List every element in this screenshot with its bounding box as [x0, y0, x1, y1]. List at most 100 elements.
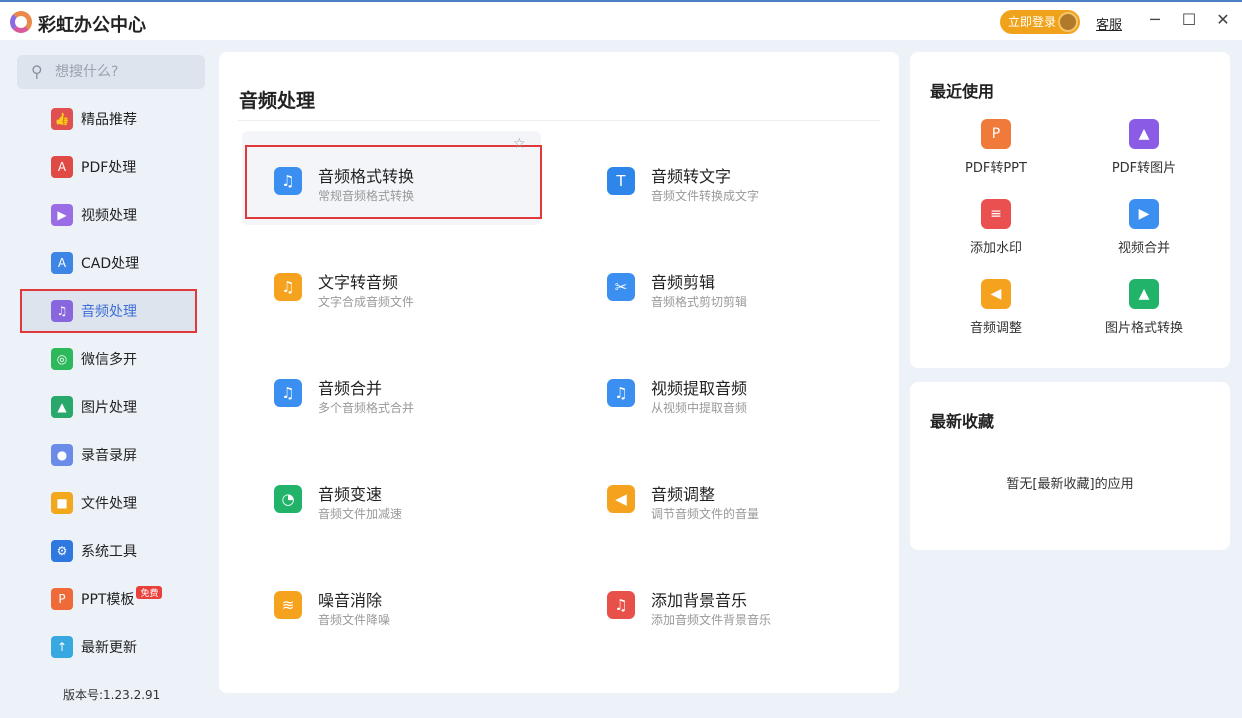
recent-item[interactable]: ≡ 添加水印	[936, 199, 1056, 256]
tool-desc: 音频文件转换成文字	[651, 189, 760, 203]
main-panel: 音频处理 ☆ ♫ 音频格式转换 常规音频格式转换 T 音频转文字 音频文件转换成文字 ♫ 文字…	[219, 52, 899, 693]
tool-desc: 文字合成音频文件	[318, 295, 415, 309]
divider	[238, 120, 880, 121]
sidebar-item[interactable]: ◎ 微信多开	[20, 337, 197, 381]
extract-audio-icon: ♫	[607, 379, 635, 407]
folder-icon: ■	[51, 492, 73, 514]
tool-desc: 调节音频文件的音量	[651, 507, 760, 521]
volume-icon: ◀	[981, 279, 1011, 309]
cad-icon: A	[51, 252, 73, 274]
tool-item[interactable]: ◀ 音频调整调节音频文件的音量	[607, 477, 907, 537]
tool-name: 音频合并	[318, 379, 383, 398]
favorites-title: 最新收藏	[930, 412, 995, 431]
recent-panel: 最近使用 P PDF转PPT ▲ PDF转图片 ≡ 添加水印 ▶ 视频合并 ◀ 音频调整 ▲ 图片格式…	[910, 52, 1230, 368]
sidebar-item-label: 文件处理	[81, 496, 137, 512]
search-input[interactable]: ⚲ 想搜什么?	[17, 55, 205, 89]
app-logo	[10, 11, 32, 33]
sidebar-item[interactable]: 👍 精品推荐	[20, 97, 197, 141]
tool-desc: 音频文件加减速	[318, 507, 403, 521]
version-label: 版本号:1.23.2.91	[63, 688, 161, 702]
microphone-icon: ●	[51, 444, 73, 466]
sidebar-item-label: PDF处理	[81, 160, 137, 176]
tool-name: 文字转音频	[318, 273, 399, 292]
video-icon: ▶	[51, 204, 73, 226]
audio-convert-icon: ♫	[274, 167, 302, 195]
gear-icon: ⚙	[51, 540, 73, 562]
tool-desc: 音频格式剪切剪辑	[651, 295, 748, 309]
sidebar-item-label: 录音录屏	[81, 448, 137, 464]
favorite-star-icon[interactable]: ☆	[513, 136, 526, 152]
tool-item[interactable]: ♫ 文字转音频文字合成音频文件	[274, 265, 574, 325]
video-merge-icon: ▶	[1129, 199, 1159, 229]
close-button[interactable]: ✕	[1213, 10, 1233, 29]
recent-item[interactable]: ▶ 视频合并	[1084, 199, 1204, 256]
tool-item[interactable]: ✂ 音频剪辑音频格式剪切剪辑	[607, 265, 907, 325]
maximize-button[interactable]: ☐	[1179, 10, 1199, 29]
sidebar-item-label: 微信多开	[81, 352, 137, 368]
tool-name: 音频调整	[651, 485, 716, 504]
sidebar-item[interactable]: A PDF处理	[20, 145, 197, 189]
recent-item[interactable]: P PDF转PPT	[936, 119, 1056, 176]
sidebar-item[interactable]: ▲ 图片处理	[20, 385, 197, 429]
thumbs-up-icon: 👍	[51, 108, 73, 130]
tool-name: 音频剪辑	[651, 273, 716, 292]
favorites-panel: 最新收藏 暂无[最新收藏]的应用	[910, 382, 1230, 550]
bg-music-icon: ♫	[607, 591, 635, 619]
text-to-audio-icon: ♫	[274, 273, 302, 301]
audio-cut-icon: ✂	[607, 273, 635, 301]
watermark-icon: ≡	[981, 199, 1011, 229]
audio-to-text-icon: T	[607, 167, 635, 195]
sidebar-item[interactable]: P PPT模板 免费	[20, 577, 197, 621]
tool-item[interactable]: ♫ 视频提取音频 从视频中提取音频	[607, 371, 907, 431]
recent-item-label: PDF转PPT	[965, 161, 1027, 176]
tool-desc: 多个音频格式合并	[318, 401, 415, 415]
minimize-button[interactable]: ─	[1145, 10, 1165, 29]
tool-item[interactable]: ♫ 添加背景音乐 添加音频文件背景音乐	[607, 583, 907, 643]
tool-name: 音频转文字	[651, 167, 732, 186]
login-button[interactable]: 立即登录	[1000, 10, 1080, 34]
noise-reduce-icon: ≋	[274, 591, 302, 619]
pdf-to-image-icon: ▲	[1129, 119, 1159, 149]
title-bar: 彩虹办公中心 立即登录 客服 ─ ☐ ✕	[0, 0, 1242, 40]
pdf-icon: A	[51, 156, 73, 178]
recent-item[interactable]: ◀ 音频调整	[936, 279, 1056, 336]
tool-item[interactable]: ♫ 音频格式转换 常规音频格式转换	[274, 159, 574, 219]
sidebar-item[interactable]: ↑ 最新更新	[20, 625, 197, 669]
sidebar-item-label: 最新更新	[81, 640, 137, 656]
recent-item-label: PDF转图片	[1111, 161, 1177, 176]
audio-merge-icon: ♫	[274, 379, 302, 407]
recent-item[interactable]: ▲ PDF转图片	[1084, 119, 1204, 176]
tool-desc: 音频文件降噪	[318, 613, 391, 627]
sidebar-item[interactable]: ■ 文件处理	[20, 481, 197, 525]
support-link[interactable]: 客服	[1096, 14, 1122, 33]
sidebar-item[interactable]: A CAD处理	[20, 241, 197, 285]
app-title: 彩虹办公中心	[38, 15, 146, 36]
tool-name: 音频变速	[318, 485, 383, 504]
tool-item[interactable]: ≋ 噪音消除音频文件降噪	[274, 583, 574, 643]
sidebar-item[interactable]: ▶ 视频处理	[20, 193, 197, 237]
tool-item[interactable]: ◔ 音频变速音频文件加减速	[274, 477, 574, 537]
sidebar-item-label: 图片处理	[81, 400, 137, 416]
sidebar-item[interactable]: ● 录音录屏	[20, 433, 197, 477]
sidebar-item-label: 视频处理	[81, 208, 137, 224]
tool-desc: 从视频中提取音频	[651, 401, 748, 415]
tool-desc: 常规音频格式转换	[318, 189, 415, 203]
sidebar-item-label: 系统工具	[81, 544, 137, 560]
tool-item[interactable]: ♫ 音频合并多个音频格式合并	[274, 371, 574, 431]
sidebar-item[interactable]: ♫ 音频处理	[20, 289, 197, 333]
search-placeholder: 想搜什么?	[55, 64, 119, 80]
recent-item-label: 视频合并	[1117, 241, 1170, 256]
tool-name: 噪音消除	[318, 591, 383, 610]
sidebar-item[interactable]: ⚙ 系统工具	[20, 529, 197, 573]
recent-item-label: 添加水印	[969, 241, 1022, 256]
audio-speed-icon: ◔	[274, 485, 302, 513]
recent-item-label: 音频调整	[969, 321, 1022, 336]
volume-icon: ◀	[607, 485, 635, 513]
tool-desc: 添加音频文件背景音乐	[651, 613, 772, 627]
tool-item[interactable]: T 音频转文字音频文件转换成文字	[607, 159, 907, 219]
ppt-icon: P	[51, 588, 73, 610]
recent-item[interactable]: ▲ 图片格式转换	[1084, 279, 1204, 336]
upload-icon: ↑	[51, 636, 73, 658]
favorites-empty-text: 暂无[最新收藏]的应用	[1006, 477, 1134, 492]
sidebar-item-label: PPT模板	[81, 592, 135, 608]
